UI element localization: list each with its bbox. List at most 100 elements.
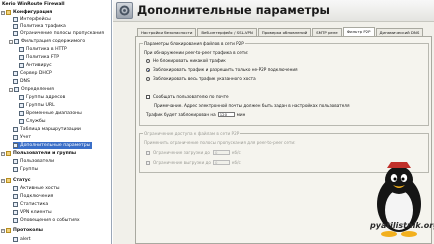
collapse-icon[interactable]: - xyxy=(1,151,5,156)
tree-item-users[interactable]: Пользователи xyxy=(13,158,54,165)
p2p-limits-legend: Ограничение доступа к файлам в сети P2P xyxy=(143,131,241,136)
tree-group-users[interactable]: - Пользователи и группы xyxy=(1,150,76,157)
tree-item-services[interactable]: Службы xyxy=(19,118,45,125)
tree-item-connections[interactable]: Подключения xyxy=(13,193,53,200)
tree-item-time-ranges[interactable]: Временные диапазоны xyxy=(19,110,82,117)
tree-item-definitions[interactable]: - Определения xyxy=(9,86,54,93)
antivirus-icon xyxy=(19,63,24,68)
tab-update-check[interactable]: Проверка обновлений xyxy=(257,28,312,36)
tree-item-alert-log[interactable]: alert xyxy=(13,236,31,243)
download-limit-input[interactable]: 0 xyxy=(213,150,230,155)
p2p-detect-label: При обнаружении peer-to-peer трафика в с… xyxy=(144,50,249,55)
option-no-block[interactable]: Не блокировать никакой трафик xyxy=(146,58,226,63)
block-time-unit: мин xyxy=(236,112,246,117)
download-limit-checkbox[interactable] xyxy=(146,150,150,155)
p2p-limits-desc: Применить ограничение полосы пропускания… xyxy=(144,140,296,145)
block-time-label: Трафик будет заблокирован на xyxy=(146,112,216,117)
page-header: Дополнительные параметры xyxy=(113,0,434,22)
tree-item-content-filter[interactable]: - Фильтрация содержимого xyxy=(9,38,85,45)
content-pane: Дополнительные параметры Настройки безоп… xyxy=(113,0,434,244)
page-title: Дополнительные параметры xyxy=(137,3,330,17)
p2p-block-group: Параметры блокирования файлов в сети P2P… xyxy=(139,41,429,126)
tree-item-groups[interactable]: Группы xyxy=(13,166,38,173)
interfaces-icon xyxy=(13,17,18,22)
watermark-text: pyatilistnik.org xyxy=(370,221,434,230)
tree-item-dns[interactable]: DNS xyxy=(13,78,30,85)
upload-limit-label: Ограничение выгрузки до xyxy=(153,160,211,165)
tab-dynamic-dns[interactable]: Динамический DNS xyxy=(375,28,424,36)
upload-limit-unit: кб/с xyxy=(232,160,241,165)
traffic-policy-icon xyxy=(13,24,18,29)
dns-icon xyxy=(13,79,18,84)
tree-item-http-policy[interactable]: Политика в HTTP xyxy=(19,46,67,53)
tab-p2p-filter[interactable]: Фильтр P2P xyxy=(342,27,375,36)
hosts-icon xyxy=(13,186,18,191)
address-groups-icon xyxy=(19,95,24,100)
download-limit-unit: кб/с xyxy=(232,150,241,155)
tree-item-vpn-clients[interactable]: VPN клиенты xyxy=(13,209,52,216)
tab-security[interactable]: Настройки безопасности xyxy=(137,28,197,36)
routing-icon xyxy=(13,127,18,132)
collapse-icon[interactable]: - xyxy=(9,39,13,44)
definitions-icon xyxy=(14,87,19,92)
radio-block-allow-non-p2p[interactable] xyxy=(146,67,150,72)
collapse-icon[interactable]: - xyxy=(1,178,5,183)
services-icon xyxy=(19,119,24,124)
folder-icon xyxy=(6,151,11,156)
tree-item-dhcp[interactable]: Сервер DHCP xyxy=(13,70,52,77)
clock-icon xyxy=(19,111,24,116)
upload-limit-input[interactable]: 0 xyxy=(213,160,230,165)
http-icon xyxy=(19,47,24,52)
tab-web-interface[interactable]: Веб-интерфейс / SSL-VPN xyxy=(197,28,257,36)
option-block-all[interactable]: Заблокировать весь трафик указанного хос… xyxy=(146,76,256,81)
dhcp-icon xyxy=(13,71,18,76)
connections-icon xyxy=(13,194,18,199)
collapse-icon[interactable]: - xyxy=(1,10,5,15)
tree-group-configuration[interactable]: - Конфигурация xyxy=(1,9,52,16)
users-icon xyxy=(13,159,18,164)
vpn-icon xyxy=(13,210,18,215)
tree-item-bandwidth[interactable]: Ограничение полосы пропускания xyxy=(13,30,104,37)
tree-item-statistics[interactable]: Статистика xyxy=(13,201,48,208)
tree-item-alerts[interactable]: Оповещения о событиях xyxy=(13,217,80,224)
block-time-input[interactable]: 120 xyxy=(217,112,235,117)
tree-item-traffic-policy[interactable]: Политика трафика xyxy=(13,23,66,30)
tree-item-advanced-options[interactable]: Дополнительные параметры xyxy=(13,142,93,149)
radio-no-block[interactable] xyxy=(146,58,150,63)
settings-gear-icon xyxy=(116,2,133,19)
statistics-icon xyxy=(13,202,18,207)
tree-item-routing-table[interactable]: Таблица маршрутизации xyxy=(13,126,81,133)
collapse-icon[interactable]: - xyxy=(9,87,13,92)
alert-icon xyxy=(13,218,18,223)
folder-icon xyxy=(6,10,11,15)
upload-limit-row: Ограничение выгрузки до 0 кб/с xyxy=(146,160,241,165)
tree-group-status[interactable]: - Статус xyxy=(1,177,31,184)
notify-user-checkbox[interactable] xyxy=(146,94,150,99)
radio-block-all[interactable] xyxy=(146,76,150,81)
p2p-block-legend: Параметры блокирования файлов в сети P2P xyxy=(143,41,245,46)
folder-icon xyxy=(6,178,11,183)
tree-item-antivirus[interactable]: Антивирус xyxy=(19,62,52,69)
navigation-tree: Kerio WinRoute Firewall - Конфигурация Ин… xyxy=(0,0,112,244)
collapse-icon[interactable]: - xyxy=(1,228,5,233)
tree-item-active-hosts[interactable]: Активные хосты xyxy=(13,185,60,192)
tree-group-logs[interactable]: - Протоколы xyxy=(1,227,43,234)
download-limit-label: Ограничение загрузки до xyxy=(153,150,210,155)
groups-icon xyxy=(13,167,18,172)
tree-item-url-groups[interactable]: Группы URL xyxy=(19,102,55,109)
log-icon xyxy=(13,237,18,242)
tree-item-accounting[interactable]: Учет xyxy=(13,134,31,141)
option-block-allow-non-p2p[interactable]: Заблокировать трафик и разрешить только … xyxy=(146,67,298,72)
url-groups-icon xyxy=(19,103,24,108)
bandwidth-icon xyxy=(13,31,18,36)
tree-item-ftp-policy[interactable]: Политика FTP xyxy=(19,54,59,61)
notify-user-option[interactable]: Сообщать пользователю по почте xyxy=(146,94,229,99)
email-note: Примечание. Адрес электронной почты долж… xyxy=(154,103,350,108)
tab-smtp-relay[interactable]: SMTP реле xyxy=(312,28,342,36)
tree-item-address-groups[interactable]: Группы адресов xyxy=(19,94,65,101)
upload-limit-checkbox[interactable] xyxy=(146,160,150,165)
tree-title: Kerio WinRoute Firewall xyxy=(2,2,65,7)
download-limit-row: Ограничение загрузки до 0 кб/с xyxy=(146,150,241,155)
tree-item-interfaces[interactable]: Интерфейсы xyxy=(13,16,51,23)
folder-icon xyxy=(6,228,11,233)
